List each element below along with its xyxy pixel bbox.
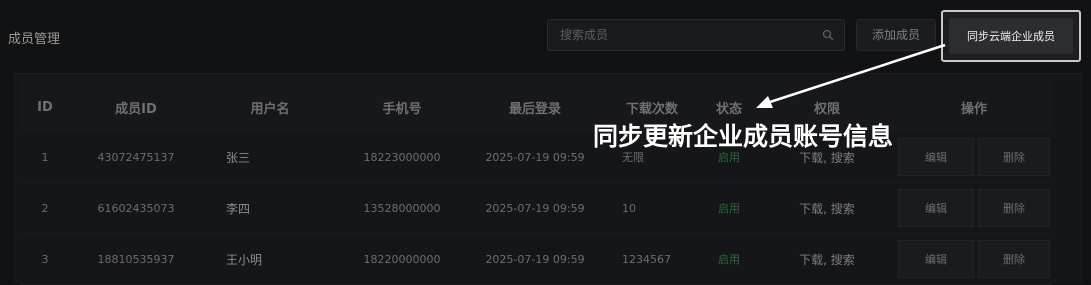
- edit-button[interactable]: 编辑: [898, 189, 974, 227]
- table-header-row: ID 成员ID 用户名 手机号 最后登录 下载次数 状态 权限 操作: [20, 82, 1052, 132]
- cell-downloads: 1234567: [604, 234, 700, 285]
- cell-member-id: 18810535937: [70, 234, 202, 285]
- members-table-container: ID 成员ID 用户名 手机号 最后登录 下载次数 状态 权限 操作 1 430…: [13, 73, 1083, 285]
- cell-permissions: 下载, 搜索: [758, 183, 896, 234]
- table-row: 1 43072475137 张三 18223000000 2025-07-19 …: [20, 132, 1052, 183]
- cell-permissions: 下载, 搜索: [758, 234, 896, 285]
- add-member-button[interactable]: 添加成员: [856, 19, 936, 51]
- delete-button[interactable]: 删除: [978, 138, 1050, 176]
- cell-username: 王小明: [202, 234, 338, 285]
- header-actions: 操作: [896, 82, 1052, 132]
- delete-button[interactable]: 删除: [978, 240, 1050, 278]
- header-last-login[interactable]: 最后登录: [466, 82, 604, 132]
- annotation-text: 同步更新企业成员账号信息: [593, 122, 894, 151]
- edit-button[interactable]: 编辑: [898, 138, 974, 176]
- cell-last-login: 2025-07-19 09:59: [466, 132, 604, 183]
- sync-button-label: 同步云端企业成员: [949, 18, 1073, 54]
- status-badge: 启用: [700, 234, 758, 285]
- cell-id: 1: [20, 132, 70, 183]
- table-row: 2 61602435073 李四 13528000000 2025-07-19 …: [20, 183, 1052, 234]
- header-phone[interactable]: 手机号: [338, 82, 466, 132]
- cell-downloads: 10: [604, 183, 700, 234]
- sync-cloud-members-button[interactable]: 同步云端企业成员: [941, 10, 1081, 62]
- cell-member-id: 43072475137: [70, 132, 202, 183]
- cell-phone: 18220000000: [338, 234, 466, 285]
- cell-last-login: 2025-07-19 09:59: [466, 234, 604, 285]
- search-input[interactable]: [548, 20, 810, 50]
- header-id[interactable]: ID: [20, 82, 70, 132]
- header-member-id[interactable]: 成员ID: [70, 82, 202, 132]
- cell-username: 李四: [202, 183, 338, 234]
- header-username[interactable]: 用户名: [202, 82, 338, 132]
- edit-button[interactable]: 编辑: [898, 240, 974, 278]
- cell-id: 3: [20, 234, 70, 285]
- cell-username: 张三: [202, 132, 338, 183]
- members-table: ID 成员ID 用户名 手机号 最后登录 下载次数 状态 权限 操作 1 430…: [20, 82, 1052, 285]
- page-title: 成员管理: [8, 32, 61, 47]
- cell-phone: 18223000000: [338, 132, 466, 183]
- search-icon[interactable]: [822, 29, 834, 41]
- status-badge: 启用: [700, 183, 758, 234]
- delete-button[interactable]: 删除: [978, 189, 1050, 227]
- cell-phone: 13528000000: [338, 183, 466, 234]
- cell-member-id: 61602435073: [70, 183, 202, 234]
- cell-id: 2: [20, 183, 70, 234]
- table-row: 3 18810535937 王小明 18220000000 2025-07-19…: [20, 234, 1052, 285]
- search-box[interactable]: [547, 19, 845, 51]
- cell-last-login: 2025-07-19 09:59: [466, 183, 604, 234]
